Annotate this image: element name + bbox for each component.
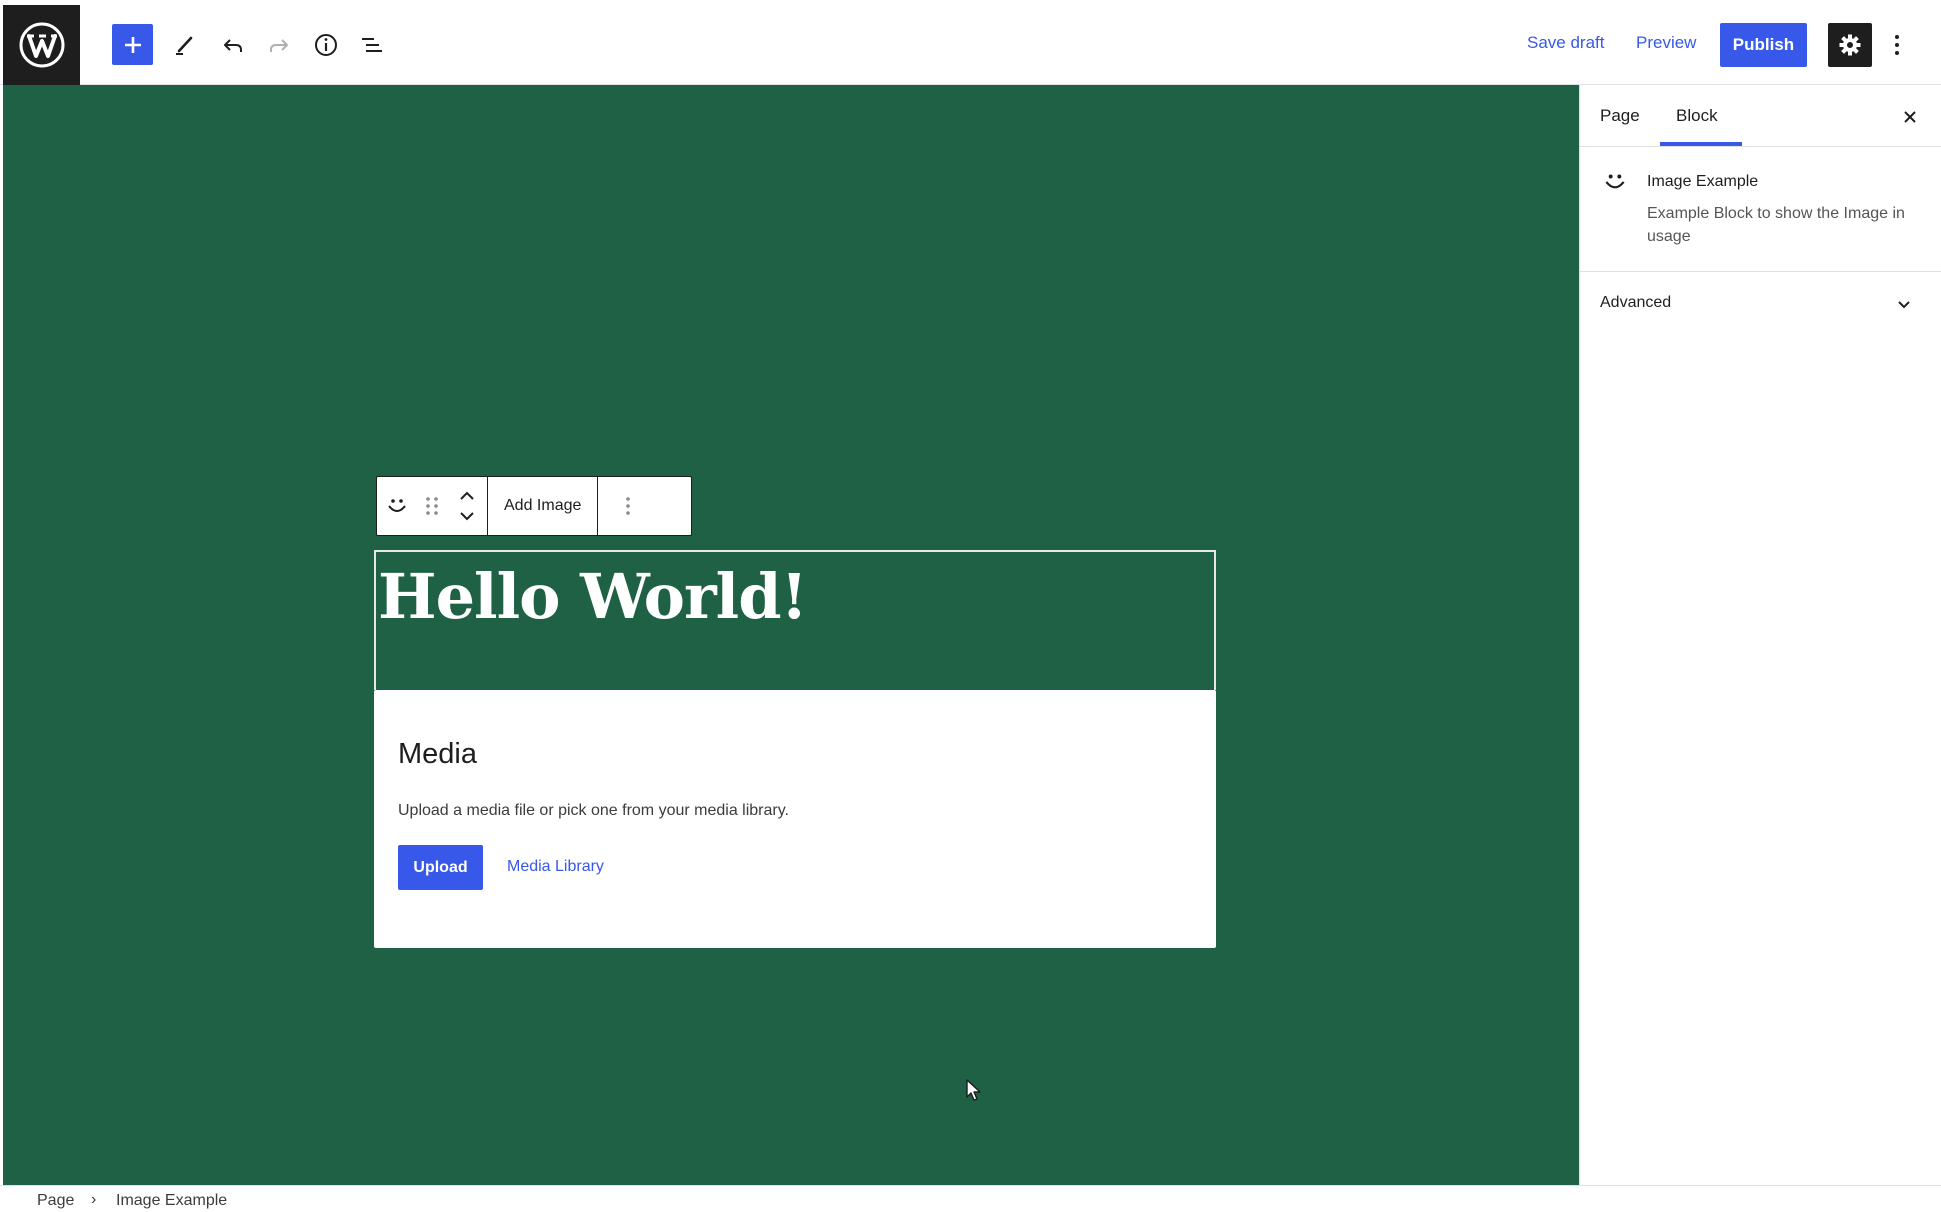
selected-block-cover[interactable]: Hello World!: [374, 550, 1216, 690]
redo-icon: [270, 39, 288, 52]
chevron-down-icon: [1893, 293, 1915, 315]
block-toolbar-parent-group: [377, 477, 488, 535]
redo-button[interactable]: [258, 24, 300, 66]
drag-handle-button[interactable]: [417, 477, 447, 535]
block-card-description: Example Block to show the Image in usage: [1647, 205, 1905, 245]
advanced-panel-toggle[interactable]: Advanced: [1580, 272, 1941, 334]
save-draft-button[interactable]: Save draft: [1527, 33, 1605, 53]
add-image-button[interactable]: Add Image: [488, 497, 597, 515]
move-block-button[interactable]: [447, 477, 487, 535]
undo-button[interactable]: [212, 24, 254, 66]
publish-button[interactable]: Publish: [1720, 23, 1807, 67]
drag-handle-icon: [426, 497, 438, 515]
block-toolbar-controls-group: Add Image: [488, 477, 599, 535]
close-sidebar-button[interactable]: [1895, 102, 1925, 132]
gear-icon: [1839, 34, 1861, 56]
options-button[interactable]: [1886, 24, 1908, 66]
block-toolbar-options-group: [598, 477, 658, 535]
media-library-button[interactable]: Media Library: [507, 858, 604, 876]
block-card-title: Image Example: [1647, 173, 1759, 190]
block-toolbar: Add Image: [376, 476, 692, 536]
block-card: Image Example Example Block to show the …: [1580, 148, 1941, 272]
list-view-icon: [362, 38, 382, 52]
placeholder-instructions: Upload a media file or pick one from you…: [398, 802, 789, 819]
active-tab-indicator: [1660, 142, 1742, 146]
placeholder-title: Media: [398, 738, 477, 770]
upload-button[interactable]: Upload: [398, 845, 483, 890]
breadcrumb-item-image-example[interactable]: Image Example: [116, 1192, 227, 1210]
settings-button[interactable]: [1828, 23, 1872, 67]
sidebar-tabs: Page Block: [1580, 85, 1941, 147]
preview-button[interactable]: Preview: [1636, 33, 1696, 53]
close-icon: [1904, 111, 1916, 123]
vertical-ellipsis-icon: [626, 497, 631, 515]
editor-header: Save draft Preview Publish: [0, 0, 1941, 85]
move-up-down-icon: [460, 491, 474, 521]
cover-heading[interactable]: Hello World!: [378, 560, 808, 633]
details-button[interactable]: [305, 24, 347, 66]
undo-icon: [224, 39, 242, 52]
add-block-button[interactable]: [112, 24, 153, 65]
breadcrumb-separator-icon: ›: [91, 1191, 97, 1208]
editor-canvas[interactable]: Add Image Hello World! Media Upload a me…: [3, 85, 1579, 1185]
wordpress-logo-icon[interactable]: [3, 5, 80, 85]
vertical-ellipsis-icon: [1895, 35, 1899, 55]
plus-icon: [124, 36, 141, 53]
tools-button[interactable]: [164, 24, 206, 66]
mouse-cursor-icon: [966, 1079, 981, 1101]
smiley-icon: [388, 499, 406, 512]
settings-sidebar: Page Block Image Example Example Block t…: [1579, 85, 1941, 1185]
breadcrumb-item-page[interactable]: Page: [37, 1192, 74, 1210]
tab-block[interactable]: Block: [1676, 106, 1718, 126]
block-type-button[interactable]: [377, 477, 417, 535]
editor-app: Save draft Preview Publish Add Image Hel…: [0, 0, 1941, 1212]
list-view-button[interactable]: [351, 24, 393, 66]
smiley-icon: [1605, 174, 1625, 189]
pencil-icon: [176, 36, 193, 55]
advanced-panel-title: Advanced: [1600, 294, 1672, 311]
info-icon: [315, 34, 337, 56]
tab-page[interactable]: Page: [1600, 106, 1640, 126]
media-placeholder: Media Upload a media file or pick one fr…: [374, 690, 1216, 948]
breadcrumb: Page › Image Example: [0, 1185, 1941, 1212]
block-options-button[interactable]: [598, 477, 658, 535]
